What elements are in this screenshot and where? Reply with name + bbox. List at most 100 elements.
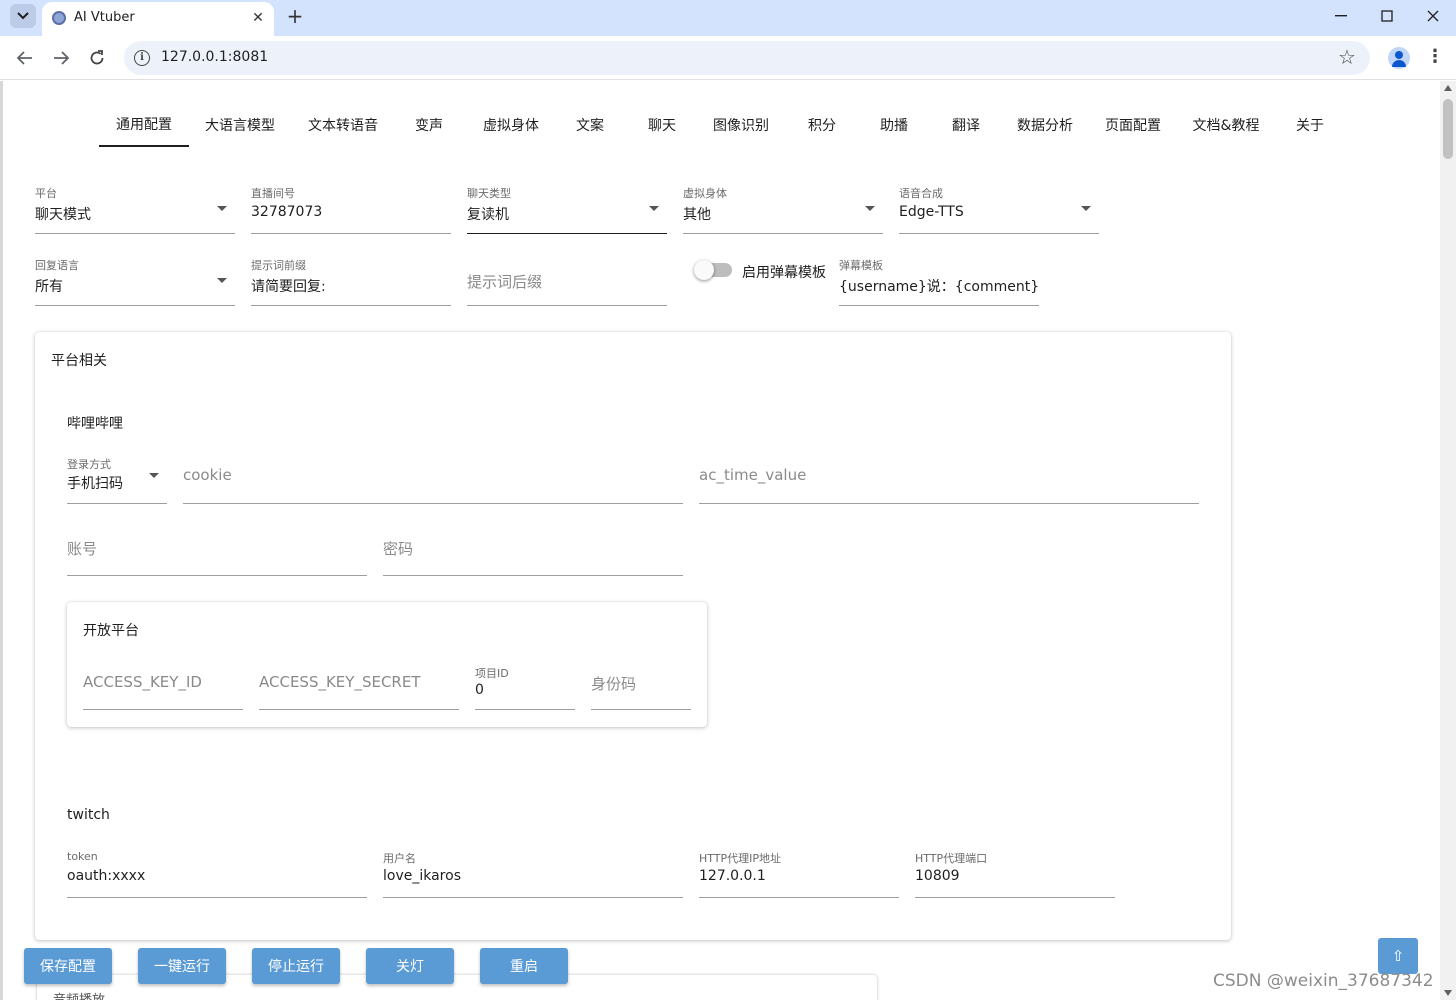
tab-virtual-body[interactable]: 虚拟身体 [471,103,551,147]
platform-select[interactable]: 平台 聊天模式 [35,185,235,234]
access-key-id-placeholder: ACCESS_KEY_ID [83,673,202,691]
project-id-input[interactable]: 项目ID 0 [475,662,575,710]
open-platform-title: 开放平台 [83,623,139,639]
scroll-up-icon[interactable] [1444,85,1452,91]
access-key-secret-input[interactable]: ACCESS_KEY_SECRET [259,662,459,710]
reply-language-label: 回复语言 [35,259,79,272]
tab-page-config[interactable]: 页面配置 [1095,103,1171,147]
danmaku-template-toggle[interactable] [694,260,732,280]
virtual-body-select[interactable]: 虚拟身体 其他 [683,185,883,234]
proxy-ip-input[interactable]: HTTP代理IP地址 127.0.0.1 [699,850,899,898]
platform-card-title: 平台相关 [51,353,107,369]
prompt-suffix-input[interactable]: 提示词后缀 [467,257,667,306]
scrollbar-thumb[interactable] [1443,99,1453,159]
twitch-username-input[interactable]: 用户名 love_ikaros [383,850,683,898]
chevron-down-icon [217,278,227,283]
star-icon[interactable]: ☆ [1338,45,1356,69]
tab-docs[interactable]: 文档&教程 [1183,103,1269,147]
run-button[interactable]: 一键运行 [138,948,226,984]
info-icon[interactable]: i [134,50,150,66]
project-id-value: 0 [475,682,484,698]
tab-about[interactable]: 关于 [1279,103,1341,147]
url-text[interactable]: 127.0.0.1:8081 [161,49,268,65]
page-scrollbar[interactable] [1440,81,1456,1000]
tts-select[interactable]: 语音合成 Edge-TTS [899,185,1099,234]
proxy-ip-value: 127.0.0.1 [699,868,766,884]
tab-data-analysis[interactable]: 数据分析 [1007,103,1083,147]
proxy-ip-label: HTTP代理IP地址 [699,852,782,865]
tab-translate[interactable]: 翻译 [937,103,995,147]
address-bar[interactable]: i 127.0.0.1:8081 ☆ [124,41,1370,75]
identity-code-placeholder: 身份码 [591,675,637,693]
ac-time-value-input[interactable]: ac_time_value [699,456,1199,504]
project-id-label: 项目ID [475,667,509,680]
twitch-username-label: 用户名 [383,852,416,865]
profile-icon[interactable] [1388,47,1410,69]
browser-tabstrip: AI Vtuber ✕ + [0,0,1456,36]
chevron-down-icon [1081,206,1091,211]
proxy-port-value: 10809 [915,868,960,884]
login-method-select[interactable]: 登录方式 手机扫码 [67,456,167,504]
prompt-prefix-input[interactable]: 提示词前缀 请简要回复: [251,257,451,306]
plus-icon[interactable]: + [283,4,307,28]
reload-icon[interactable] [84,45,110,71]
room-id-label: 直播间号 [251,187,295,200]
ac-time-value-placeholder: ac_time_value [699,466,807,484]
chevron-down-icon [865,206,875,211]
danmaku-template-value: {username}说：{comment} [839,279,1040,295]
tab-voice-change[interactable]: 变声 [399,103,459,147]
close-window-icon[interactable] [1410,0,1456,32]
save-config-button[interactable]: 保存配置 [24,948,112,984]
danmaku-template-input[interactable]: 弹幕模板 {username}说：{comment} [839,257,1039,306]
minimize-icon[interactable] [1318,0,1364,32]
platform-card: 平台相关 哔哩哔哩 登录方式 手机扫码 cookie ac_time_value… [35,332,1231,940]
password-input[interactable]: 密码 [383,528,683,576]
tab-assistant[interactable]: 助播 [865,103,923,147]
password-placeholder: 密码 [383,540,414,558]
identity-code-input[interactable]: 身份码 [591,662,691,710]
access-key-secret-placeholder: ACCESS_KEY_SECRET [259,673,421,691]
close-icon[interactable]: ✕ [248,8,268,28]
tab-tts[interactable]: 文本转语音 [297,103,389,147]
scroll-down-icon[interactable] [1444,990,1452,996]
room-id-value: 32787073 [251,204,323,220]
cookie-input[interactable]: cookie [183,456,683,504]
watermark-text: CSDN @weixin_37687342 [1213,971,1434,991]
forward-icon[interactable] [48,45,74,71]
twitch-token-value: oauth:xxxx [67,868,146,884]
tab-search-icon[interactable] [10,4,36,28]
tab-chat[interactable]: 聊天 [633,103,691,147]
toggle-knob [694,260,714,280]
reply-language-select[interactable]: 回复语言 所有 [35,257,235,306]
lights-off-button[interactable]: 关灯 [366,948,454,984]
login-method-label: 登录方式 [67,458,111,471]
maximize-icon[interactable] [1364,0,1410,32]
chat-type-label: 聊天类型 [467,187,511,200]
kebab-menu-icon[interactable]: ⋮ [1426,46,1444,67]
platform-value: 聊天模式 [35,207,91,223]
access-key-id-input[interactable]: ACCESS_KEY_ID [83,662,243,710]
danmaku-template-label: 弹幕模板 [839,259,883,272]
proxy-port-input[interactable]: HTTP代理端口 10809 [915,850,1115,898]
stop-button[interactable]: 停止运行 [252,948,340,984]
account-input[interactable]: 账号 [67,528,367,576]
scroll-to-top-button[interactable]: ⇧ [1378,938,1418,974]
tab-copywriting[interactable]: 文案 [561,103,619,147]
browser-tab[interactable]: AI Vtuber ✕ [42,2,274,36]
twitch-username-value: love_ikaros [383,868,461,884]
tab-general[interactable]: 通用配置 [99,103,189,147]
chat-type-value: 复读机 [467,207,509,223]
virtual-body-value: 其他 [683,207,711,223]
tab-image-recognition[interactable]: 图像识别 [703,103,779,147]
chevron-down-icon [649,206,659,211]
room-id-input[interactable]: 直播间号 32787073 [251,185,451,234]
chat-type-select[interactable]: 聊天类型 复读机 [467,185,667,234]
virtual-body-label: 虚拟身体 [683,187,727,200]
prompt-prefix-label: 提示词前缀 [251,259,306,272]
tab-llm[interactable]: 大语言模型 [195,103,285,147]
twitch-token-input[interactable]: token oauth:xxxx [67,850,367,898]
audio-card-title: 音频播放 [53,989,105,1000]
restart-button[interactable]: 重启 [480,948,568,984]
back-icon[interactable] [12,45,38,71]
tab-points[interactable]: 积分 [793,103,851,147]
